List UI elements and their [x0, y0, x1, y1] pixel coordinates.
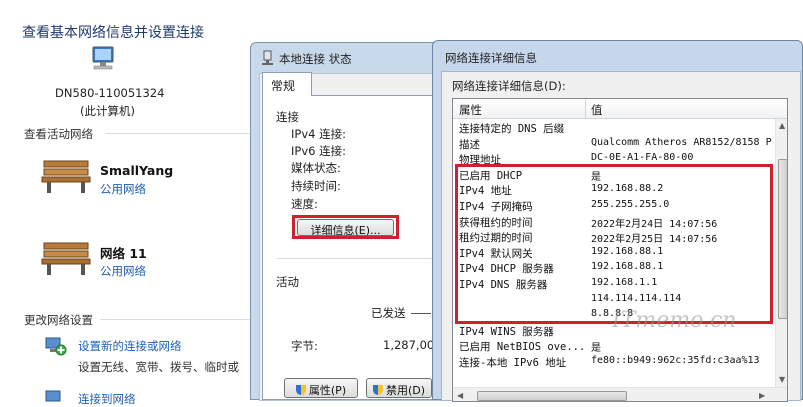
speed-label: 速度: [291, 197, 318, 211]
ipv6-connection-label: IPv6 连接: [291, 144, 346, 158]
scroll-thumb[interactable] [778, 159, 787, 319]
disable-button[interactable]: 禁用(D) [366, 378, 432, 398]
setup-connection-link[interactable]: 设置新的连接或网络 [78, 338, 182, 354]
connect-network-link[interactable]: 连接到网络 [78, 391, 136, 407]
table-row[interactable]: 描述 Qualcomm Atheros AR8152/8158 P [453, 136, 775, 152]
active-networks-heading: 查看活动网络 [24, 127, 93, 141]
bytes-label: 字节: [291, 339, 318, 353]
connect-network-icon [45, 390, 61, 402]
divider [105, 133, 250, 134]
shield-icon [295, 385, 306, 395]
dialog-title: 本地连接 状态 [279, 52, 352, 66]
value-cell: DC-0E-A1-FA-80-00 [591, 152, 694, 164]
tab-general[interactable]: 常规 [262, 72, 312, 96]
new-connection-icon [45, 337, 67, 356]
network-adapter-icon [262, 50, 273, 65]
divider [100, 319, 250, 320]
sent-line [411, 313, 431, 314]
scroll-up-arrow-icon[interactable]: ▲ [779, 121, 785, 130]
scroll-left-arrow-icon[interactable]: ◀ [457, 391, 463, 400]
network-type-link[interactable]: 公用网络 [100, 181, 146, 197]
change-settings-heading: 更改网络设置 [24, 313, 93, 327]
activity-group-label: 活动 [276, 275, 299, 289]
network-name: 网络 11 [100, 246, 147, 261]
property-cell: 连接-本地 IPv6 地址 [459, 357, 567, 369]
computer-name: DN580-110051324 [55, 86, 165, 100]
computer-sub: (此计算机) [80, 104, 135, 118]
value-cell: fe80::b949:962c:35fd:c3aa%13 [591, 355, 760, 366]
highlight-box [455, 164, 773, 324]
ipv4-connection-label: IPv4 连接: [291, 127, 346, 141]
watermark: ITmemo.cn [612, 308, 737, 333]
disable-label: 禁用(D) [385, 384, 426, 397]
column-separator[interactable] [585, 99, 586, 119]
value-cell: Qualcomm Atheros AR8152/8158 P [591, 136, 772, 148]
table-row[interactable]: 连接-本地 IPv6 地址 fe80::b949:962c:35fd:c3aa%1… [453, 354, 775, 370]
scroll-right-arrow-icon[interactable]: ▶ [759, 391, 765, 400]
table-row[interactable]: 连接特定的 DNS 后缀 [453, 120, 775, 136]
bench-network-icon [41, 242, 91, 275]
sent-label: 已发送 [371, 306, 406, 320]
list-header: 属性 值 [453, 99, 787, 119]
table-row[interactable]: 已启用 NetBIOS ove... 是 [453, 338, 775, 354]
media-state-label: 媒体状态: [291, 161, 341, 175]
duration-label: 持续时间: [291, 179, 341, 193]
vertical-scrollbar[interactable]: ▲ ▼ [775, 119, 787, 387]
property-cell: 已启用 NetBIOS ove... [459, 341, 586, 354]
properties-label: 属性(P) [308, 384, 347, 397]
dialog-title: 网络连接详细信息 [445, 51, 537, 65]
setup-connection-desc: 设置无线、宽带、拨号、临时或 [78, 360, 239, 374]
property-cell: 描述 [459, 138, 480, 151]
value-cell: 是 [591, 343, 601, 354]
network-type-link[interactable]: 公用网络 [100, 263, 146, 279]
divider [276, 258, 436, 259]
column-header-property[interactable]: 属性 [459, 102, 482, 118]
property-cell: 连接特定的 DNS 后缀 [459, 123, 565, 135]
general-tab-pane [262, 95, 442, 400]
computer-icon [92, 46, 114, 70]
page-title: 查看基本网络信息并设置连接 [22, 25, 204, 41]
network-name: SmallYang [100, 163, 174, 178]
details-button[interactable]: 详细信息(E)... [297, 219, 394, 237]
properties-button[interactable]: 属性(P) [284, 378, 358, 398]
property-cell: IPv4 WINS 服务器 [459, 325, 554, 338]
details-list-label: 网络连接详细信息(D): [452, 79, 566, 93]
scroll-down-arrow-icon[interactable]: ▼ [779, 375, 785, 384]
connection-group-label: 连接 [276, 110, 299, 124]
bench-network-icon [41, 160, 91, 193]
shield-icon [372, 385, 383, 395]
column-header-value[interactable]: 值 [591, 102, 603, 118]
